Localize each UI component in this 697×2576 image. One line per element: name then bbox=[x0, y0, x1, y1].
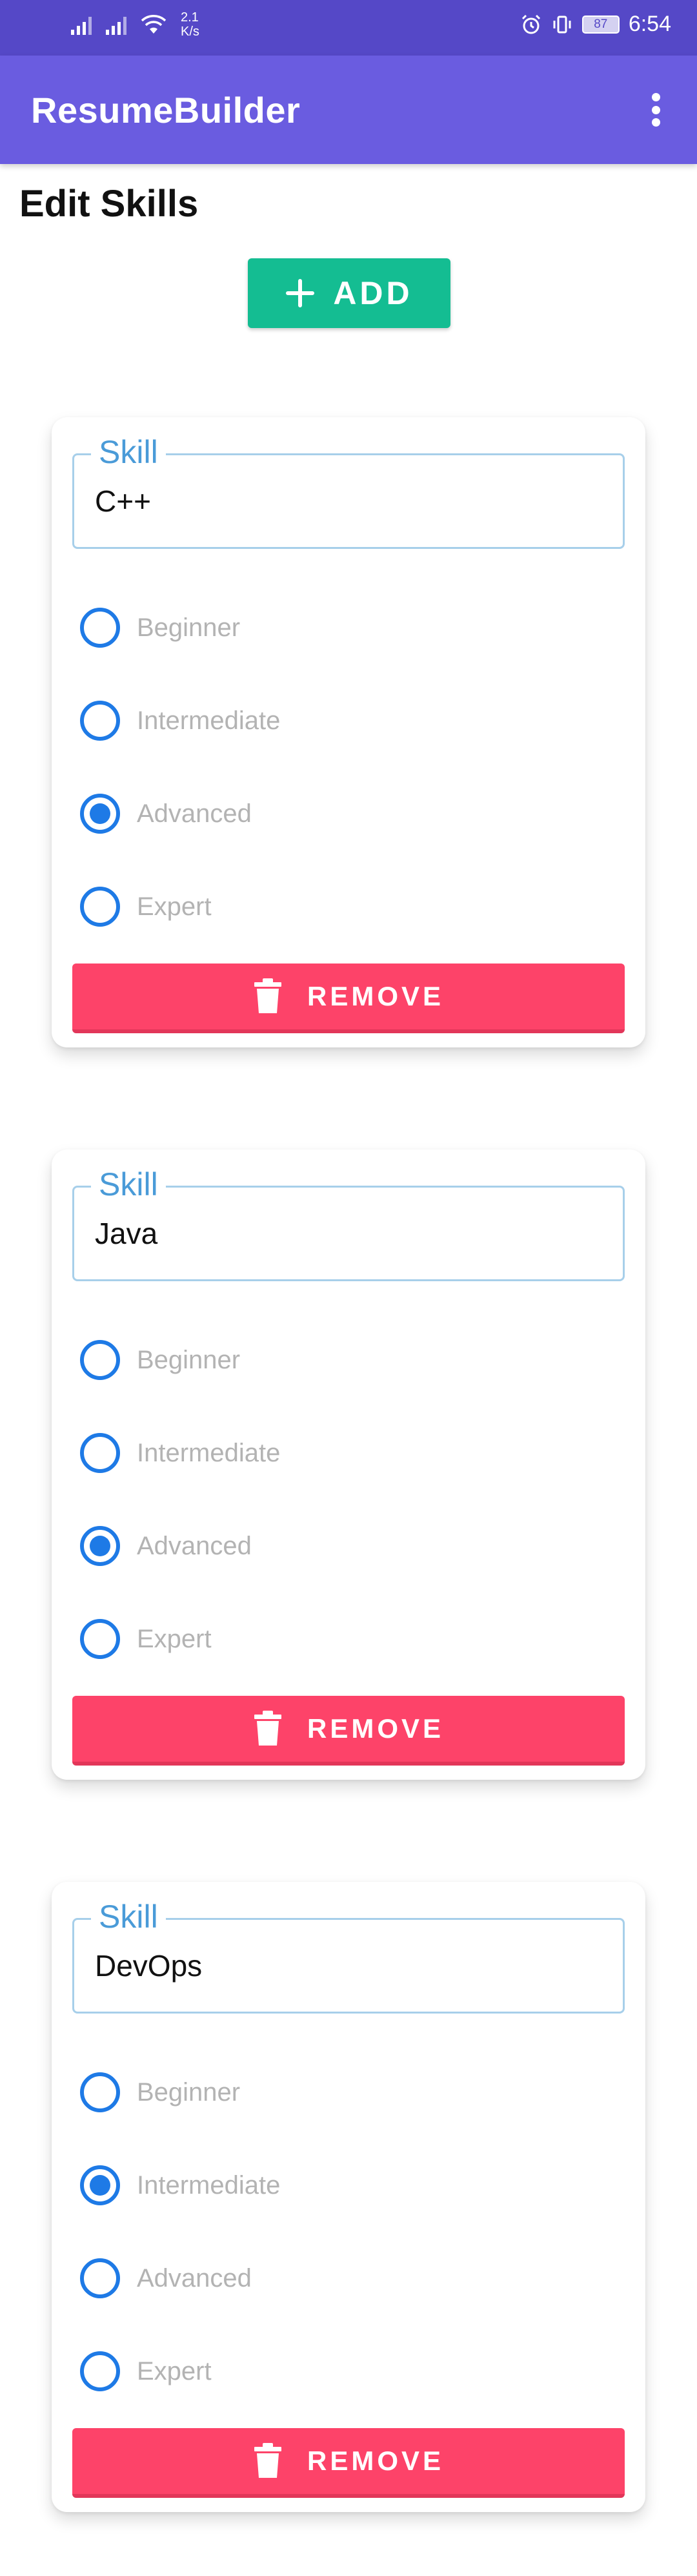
radio-button-selected[interactable] bbox=[80, 794, 120, 834]
trash-icon bbox=[254, 1711, 281, 1746]
radio-button-selected[interactable] bbox=[80, 1526, 120, 1566]
radio-button[interactable] bbox=[80, 1340, 120, 1380]
level-option-beginner[interactable]: Beginner bbox=[80, 1329, 583, 1391]
network-speed-value: 2.1 bbox=[181, 10, 199, 25]
level-label: Intermediate bbox=[137, 2170, 281, 2200]
app-bar: ResumeBuilder bbox=[0, 56, 697, 164]
level-option-expert[interactable]: Expert bbox=[80, 1608, 583, 1670]
signal-strength-icon-2 bbox=[106, 14, 126, 35]
status-right-group: 87 6:54 bbox=[520, 12, 671, 37]
level-label: Expert bbox=[137, 892, 212, 921]
radio-button-selected[interactable] bbox=[80, 2165, 120, 2205]
skill-input[interactable] bbox=[95, 1216, 598, 1251]
skill-field[interactable]: Skill bbox=[72, 1166, 625, 1281]
remove-skill-button[interactable]: REMOVE bbox=[72, 2428, 625, 2498]
skill-field[interactable]: Skill bbox=[72, 434, 625, 549]
radio-button[interactable] bbox=[80, 887, 120, 927]
skill-card: Skill Beginner Intermediate Advanced Exp… bbox=[52, 417, 645, 1047]
level-option-beginner[interactable]: Beginner bbox=[80, 2061, 583, 2123]
radio-button[interactable] bbox=[80, 1619, 120, 1659]
plus-icon bbox=[286, 279, 315, 307]
level-option-advanced[interactable]: Advanced bbox=[80, 2247, 583, 2309]
skill-card: Skill Beginner Intermediate Advanced Exp… bbox=[52, 1882, 645, 2512]
level-label: Beginner bbox=[137, 2077, 241, 2107]
level-label: Intermediate bbox=[137, 706, 281, 735]
battery-icon: 87 bbox=[581, 15, 620, 34]
status-left-group: 2.1 K/s bbox=[71, 10, 207, 39]
level-label: Beginner bbox=[137, 613, 241, 642]
skill-card: Skill Beginner Intermediate Advanced Exp… bbox=[52, 1149, 645, 1780]
level-label: Advanced bbox=[137, 2263, 252, 2293]
remove-skill-button[interactable]: REMOVE bbox=[72, 963, 625, 1033]
level-label: Advanced bbox=[137, 1531, 252, 1560]
alarm-icon bbox=[521, 14, 540, 34]
skill-field-label: Skill bbox=[91, 1899, 166, 1935]
remove-button-label: REMOVE bbox=[307, 981, 445, 1011]
remove-button-label: REMOVE bbox=[307, 2446, 445, 2476]
add-button-label: ADD bbox=[333, 275, 413, 311]
network-speed-unit: K/s bbox=[181, 25, 199, 39]
skill-field[interactable]: Skill bbox=[72, 1899, 625, 2014]
add-skill-button[interactable]: ADD bbox=[248, 258, 450, 328]
skill-field-label: Skill bbox=[91, 434, 166, 470]
level-label: Advanced bbox=[137, 799, 252, 828]
wifi-icon bbox=[141, 15, 167, 34]
level-option-intermediate[interactable]: Intermediate bbox=[80, 690, 583, 752]
vibrate-icon bbox=[553, 15, 571, 33]
remove-button-label: REMOVE bbox=[307, 1713, 445, 1744]
trash-icon bbox=[254, 2443, 281, 2478]
level-label: Intermediate bbox=[137, 1438, 281, 1467]
network-speed: 2.1 K/s bbox=[181, 10, 207, 39]
level-option-intermediate[interactable]: Intermediate bbox=[80, 2154, 583, 2216]
level-label: Expert bbox=[137, 2356, 212, 2385]
page-title: Edit Skills bbox=[19, 183, 199, 225]
radio-button[interactable] bbox=[80, 2258, 120, 2298]
trash-icon bbox=[254, 978, 281, 1013]
radio-button[interactable] bbox=[80, 2072, 120, 2112]
radio-button[interactable] bbox=[80, 2351, 120, 2391]
radio-button[interactable] bbox=[80, 1433, 120, 1473]
skill-input[interactable] bbox=[95, 1948, 598, 1983]
skill-field-label: Skill bbox=[91, 1166, 166, 1202]
signal-strength-icon-1 bbox=[71, 14, 92, 35]
skill-input[interactable] bbox=[95, 484, 598, 519]
remove-skill-button[interactable]: REMOVE bbox=[72, 1696, 625, 1766]
status-bar: 2.1 K/s 87 6:54 bbox=[0, 0, 697, 56]
level-option-intermediate[interactable]: Intermediate bbox=[80, 1422, 583, 1484]
radio-button[interactable] bbox=[80, 701, 120, 741]
level-option-beginner[interactable]: Beginner bbox=[80, 597, 583, 659]
level-label: Beginner bbox=[137, 1345, 241, 1374]
overflow-menu-icon[interactable] bbox=[640, 89, 671, 130]
level-option-advanced[interactable]: Advanced bbox=[80, 783, 583, 845]
radio-button[interactable] bbox=[80, 608, 120, 648]
app-title: ResumeBuilder bbox=[31, 90, 301, 130]
level-label: Expert bbox=[137, 1624, 212, 1653]
level-option-advanced[interactable]: Advanced bbox=[80, 1515, 583, 1577]
level-option-expert[interactable]: Expert bbox=[80, 876, 583, 938]
status-time: 6:54 bbox=[628, 12, 671, 36]
level-option-expert[interactable]: Expert bbox=[80, 2340, 583, 2402]
